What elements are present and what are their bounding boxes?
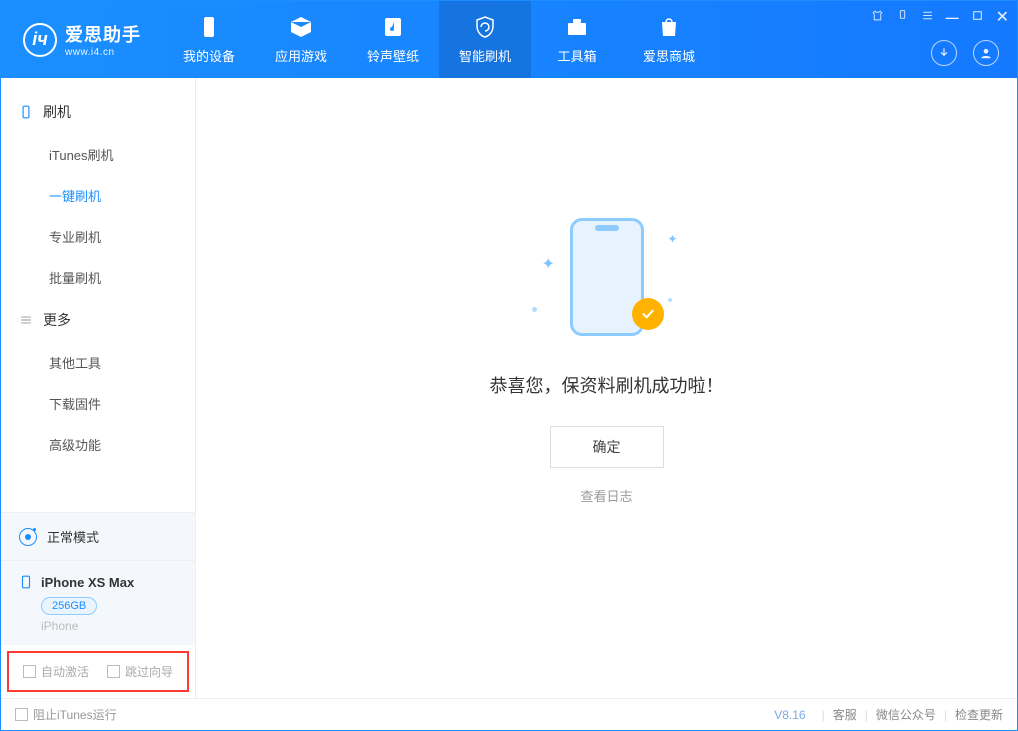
device-name: iPhone XS Max [41,575,134,590]
tab-label: 爱思商城 [643,46,695,65]
device-type: iPhone [41,619,177,633]
app-title: 爱思助手 [65,21,141,47]
tab-label: 智能刷机 [459,46,511,65]
checkbox-skip-guide[interactable]: 跳过向导 [107,663,173,680]
checkbox-label: 跳过向导 [125,663,173,680]
tab-my-device[interactable]: 我的设备 [163,1,255,78]
checkbox-label: 自动激活 [41,663,89,680]
sidebar-item-batch-flash[interactable]: 批量刷机 [1,257,195,298]
footer-bar: 阻止iTunes运行 V8.16 | 客服 | 微信公众号 | 检查更新 [1,698,1017,730]
sidebar-item-pro-flash[interactable]: 专业刷机 [1,216,195,257]
logo-area: iч 爱思助手 www.i4.cn [1,21,163,58]
menu-icon[interactable] [921,9,934,25]
view-log-link[interactable]: 查看日志 [580,486,632,505]
toolbox-icon [564,14,590,40]
tab-apps-games[interactable]: 应用游戏 [255,1,347,78]
header-action-icons [931,40,999,66]
group-title: 刷机 [43,102,71,122]
footer-right: V8.16 | 客服 | 微信公众号 | 检查更新 [774,706,1003,723]
user-icon[interactable] [973,40,999,66]
device-mode-label: 正常模式 [47,527,99,546]
tab-label: 铃声壁纸 [367,46,419,65]
shopping-bag-icon [656,14,682,40]
device-panel: 正常模式 iPhone XS Max 256GB iPhone [1,512,195,645]
checkbox-label: 阻止iTunes运行 [33,706,117,723]
checkbox-icon [107,665,120,678]
sidebar-item-advanced[interactable]: 高级功能 [1,424,195,465]
sparkle-icon: ✦ [542,254,555,274]
version-label: V8.16 [774,708,805,722]
cube-icon [288,14,314,40]
sidebar: 刷机 iTunes刷机 一键刷机 专业刷机 批量刷机 更多 其他工具 下载固件 … [1,78,196,698]
phone-outline-icon [19,105,33,119]
device-storage-badge: 256GB [41,597,97,615]
sidebar-item-other-tools[interactable]: 其他工具 [1,342,195,383]
dot-icon [532,307,537,312]
shirt-icon[interactable] [871,9,884,25]
device-mode-row[interactable]: 正常模式 [1,513,195,561]
tab-label: 我的设备 [183,46,235,65]
separator: | [944,708,947,722]
body-area: 刷机 iTunes刷机 一键刷机 专业刷机 批量刷机 更多 其他工具 下载固件 … [1,78,1017,698]
tab-toolbox[interactable]: 工具箱 [531,1,623,78]
footer-link-check-update[interactable]: 检查更新 [955,706,1003,723]
minimize-button[interactable]: — [946,10,959,25]
check-badge-icon [632,298,664,330]
group-title: 更多 [43,310,71,330]
dot-icon [668,298,672,302]
app-url: www.i4.cn [65,47,141,58]
sidebar-item-download-firmware[interactable]: 下载固件 [1,383,195,424]
tab-label: 工具箱 [557,46,596,65]
shield-refresh-icon [472,14,498,40]
footer-link-wechat[interactable]: 微信公众号 [876,706,936,723]
sidebar-scroll: 刷机 iTunes刷机 一键刷机 专业刷机 批量刷机 更多 其他工具 下载固件 … [1,78,195,512]
tab-store[interactable]: 爱思商城 [623,1,715,78]
close-button[interactable]: ✕ [996,7,1009,27]
confirm-button[interactable]: 确定 [550,426,664,468]
sidebar-group-flash: 刷机 [1,90,195,134]
separator: | [865,708,868,722]
sidebar-group-more: 更多 [1,298,195,342]
device-name-row: iPhone XS Max [19,573,177,591]
tab-ringtones-wallpapers[interactable]: 铃声壁纸 [347,1,439,78]
sidebar-item-one-click-flash[interactable]: 一键刷机 [1,175,195,216]
normal-mode-icon [19,528,37,546]
tab-label: 应用游戏 [275,46,327,65]
device-mini-icon[interactable] [896,9,909,25]
download-icon[interactable] [931,40,957,66]
logo-text: 爱思助手 www.i4.cn [65,21,141,58]
success-illustration: ✦ ✦ [532,212,682,342]
music-note-icon [380,14,406,40]
device-info-row[interactable]: iPhone XS Max 256GB iPhone [1,561,195,645]
logo-icon: iч [23,23,57,57]
sparkle-icon: ✦ [667,232,677,246]
checkbox-icon [15,708,28,721]
menu-lines-icon [19,313,33,327]
success-message: 恭喜您，保资料刷机成功啦！ [490,372,724,398]
checkbox-block-itunes[interactable]: 阻止iTunes运行 [15,706,117,723]
tab-smart-flash[interactable]: 智能刷机 [439,1,531,78]
app-header: iч 爱思助手 www.i4.cn 我的设备 应用游戏 铃声壁纸 智能刷机 工具… [1,1,1017,78]
phone-icon [196,14,222,40]
window-controls: — ✕ [871,7,1009,27]
checkbox-icon [23,665,36,678]
footer-left: 阻止iTunes运行 [15,706,117,723]
device-icon [19,573,33,591]
flash-options-row: 自动激活 跳过向导 [7,651,189,692]
maximize-button[interactable] [971,9,984,25]
footer-link-support[interactable]: 客服 [833,706,857,723]
nav-tabs: 我的设备 应用游戏 铃声壁纸 智能刷机 工具箱 爱思商城 [163,1,715,78]
checkbox-auto-activate[interactable]: 自动激活 [23,663,89,680]
separator: | [822,708,825,722]
main-content: ✦ ✦ 恭喜您，保资料刷机成功啦！ 确定 查看日志 [196,78,1017,698]
sidebar-item-itunes-flash[interactable]: iTunes刷机 [1,134,195,175]
